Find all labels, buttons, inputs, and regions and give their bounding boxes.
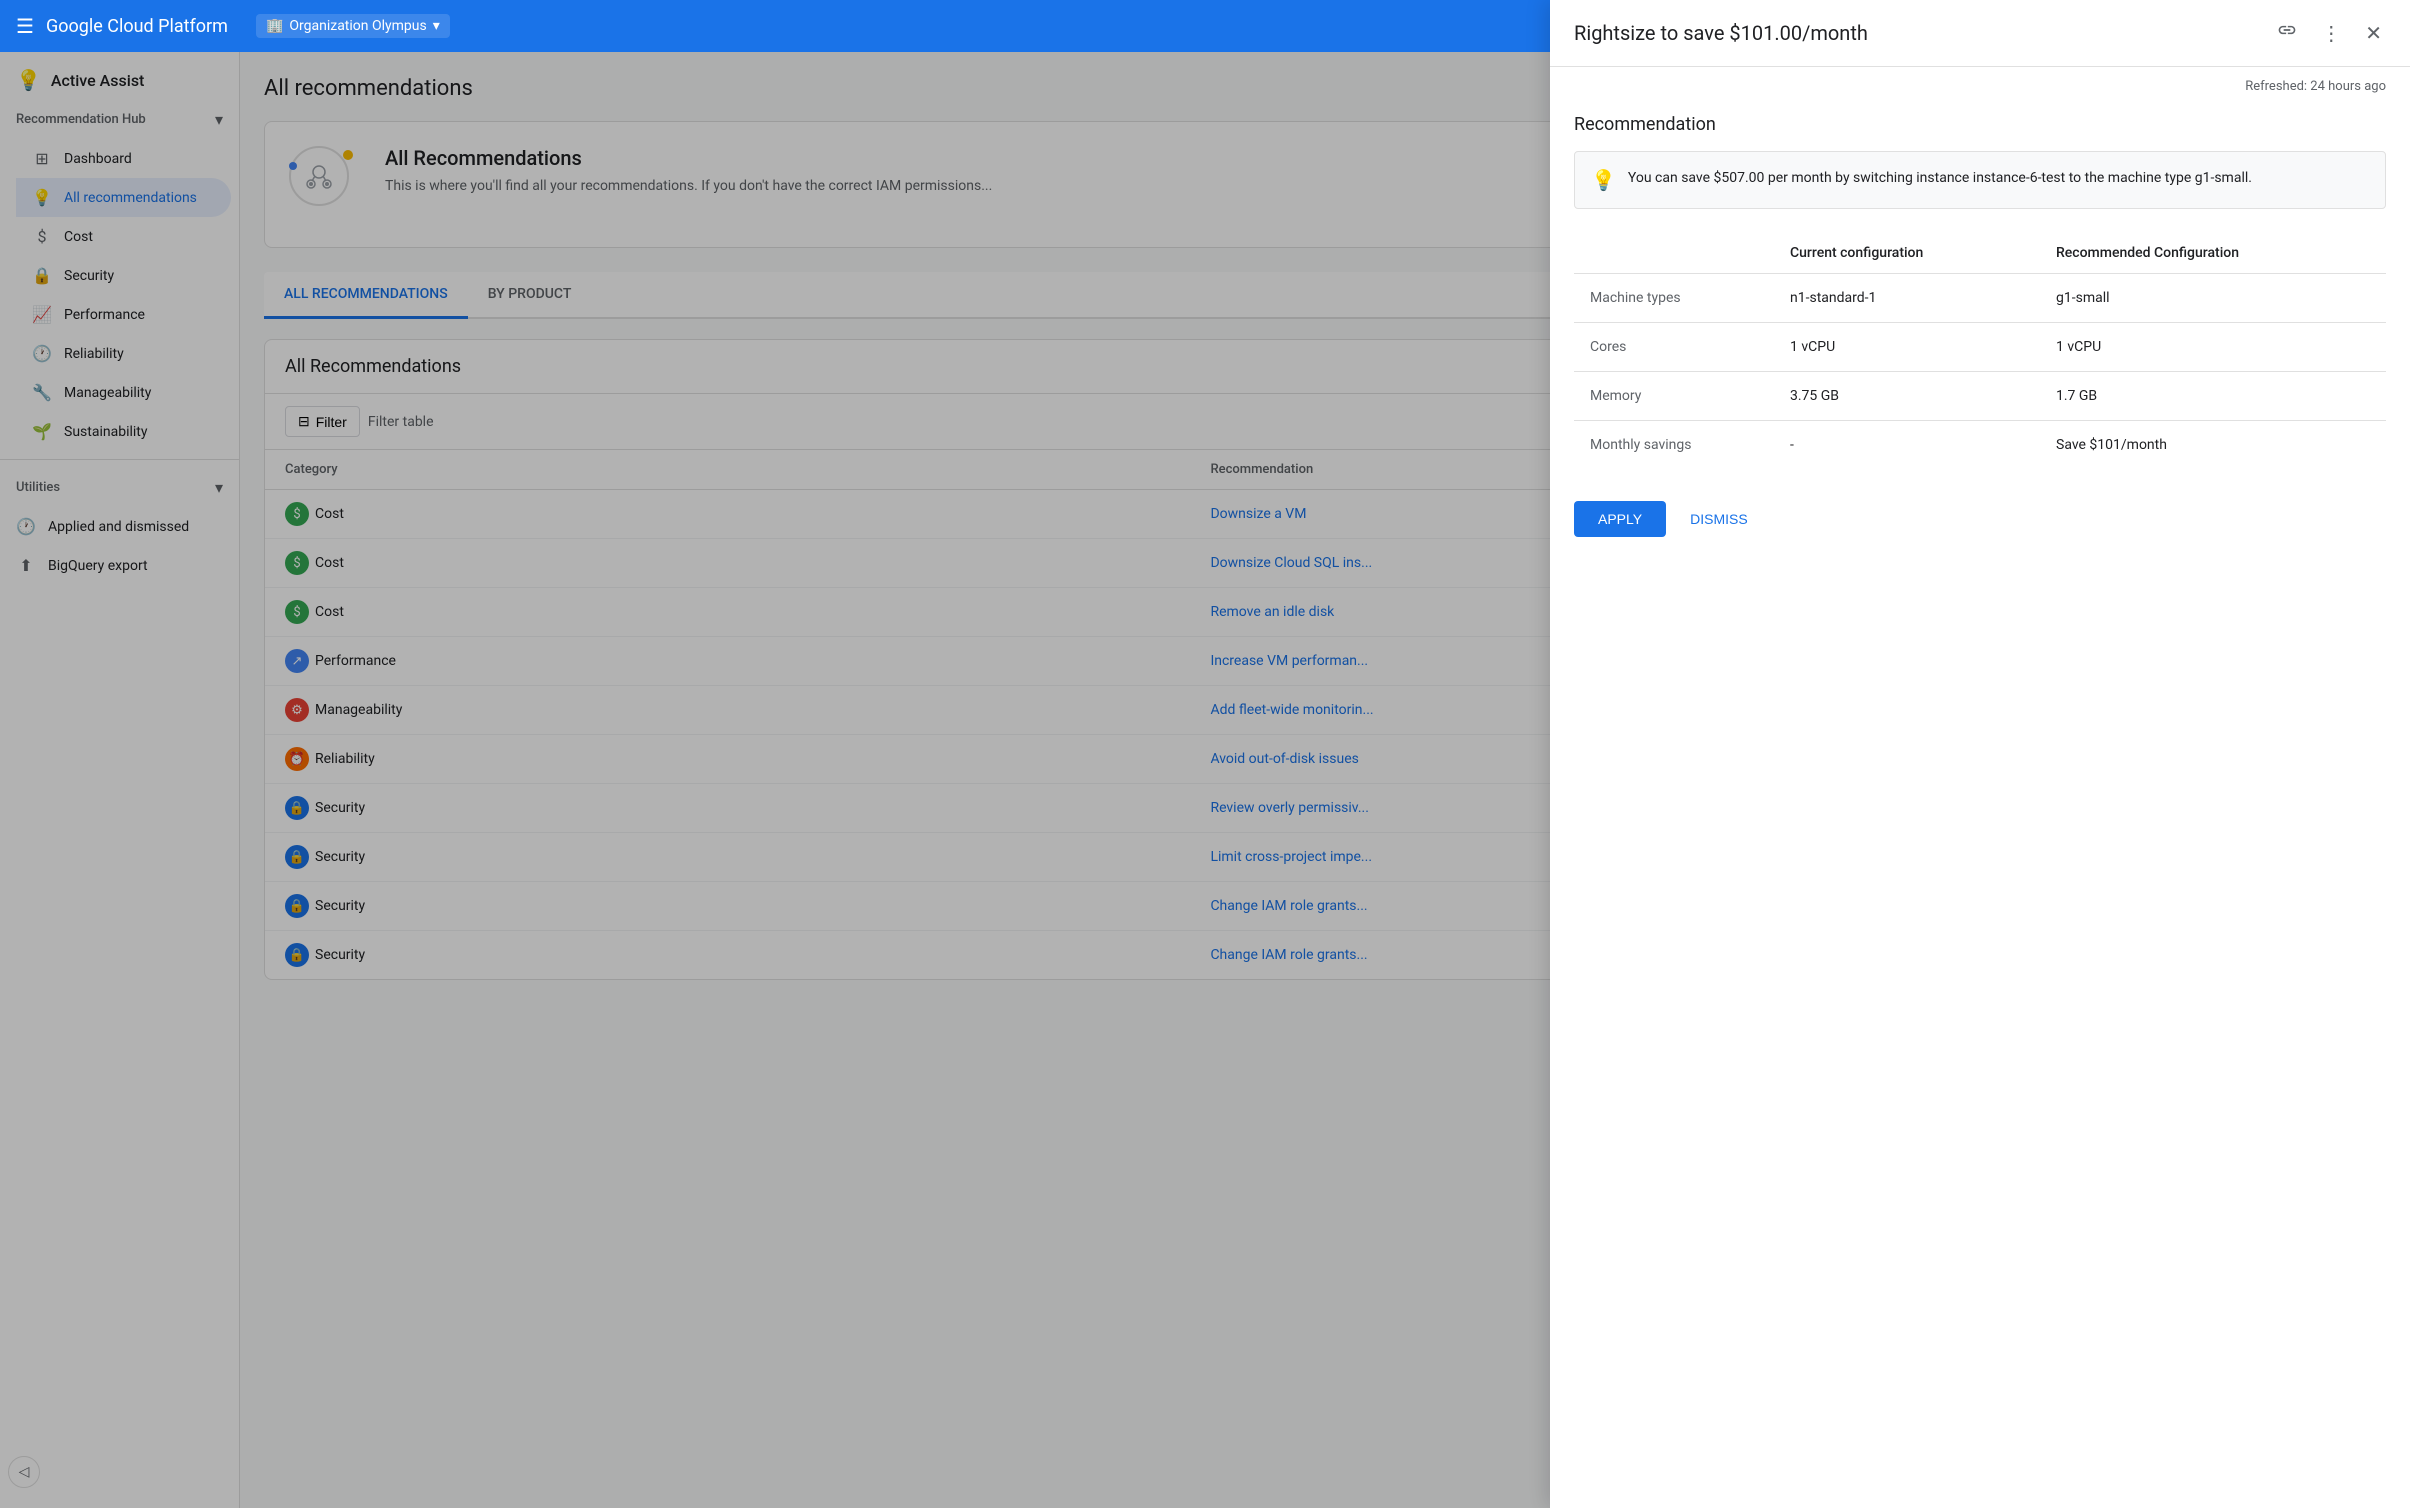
config-col-header-label: [1574, 233, 1774, 274]
config-table: Current configuration Recommended Config…: [1574, 233, 2386, 469]
panel-body: Recommendation 💡 You can save $507.00 pe…: [1550, 106, 2410, 1508]
config-cell-label: Machine types: [1574, 274, 1774, 323]
config-cell-current: 3.75 GB: [1774, 372, 2040, 421]
right-panel: Rightsize to save $101.00/month ⋮ ✕ Refr…: [1550, 52, 2410, 1508]
config-cell-current: n1-standard-1: [1774, 274, 2040, 323]
config-cell-current: 1 vCPU: [1774, 323, 2040, 372]
app-title: Google Cloud Platform: [46, 16, 228, 37]
config-table-row: Cores1 vCPU1 vCPU: [1574, 323, 2386, 372]
panel-header: Rightsize to save $101.00/month ⋮ ✕: [1550, 52, 2410, 67]
config-col-header-current: Current configuration: [1774, 233, 2040, 274]
config-cell-recommended: 1 vCPU: [2040, 323, 2386, 372]
chevron-down-icon: ▾: [433, 18, 440, 34]
bulb-icon: 💡: [1591, 168, 1616, 192]
config-cell-label: Monthly savings: [1574, 421, 1774, 470]
info-banner: 💡 You can save $507.00 per month by swit…: [1574, 151, 2386, 209]
refreshed-label: Refreshed: 24 hours ago: [1550, 67, 2410, 106]
config-cell-current: -: [1774, 421, 2040, 470]
config-cell-label: Cores: [1574, 323, 1774, 372]
config-col-header-recommended: Recommended Configuration: [2040, 233, 2386, 274]
config-table-row: Monthly savings-Save $101/month: [1574, 421, 2386, 470]
info-banner-text: You can save $507.00 per month by switch…: [1628, 168, 2252, 189]
config-table-row: Memory3.75 GB1.7 GB: [1574, 372, 2386, 421]
org-name: Organization Olympus: [289, 18, 426, 34]
config-cell-recommended: 1.7 GB: [2040, 372, 2386, 421]
config-table-row: Machine typesn1-standard-1g1-small: [1574, 274, 2386, 323]
panel-section-title: Recommendation: [1574, 106, 2386, 135]
dismiss-button[interactable]: DISMISS: [1682, 501, 1756, 537]
config-cell-recommended: Save $101/month: [2040, 421, 2386, 470]
apply-button[interactable]: APPLY: [1574, 501, 1666, 537]
action-buttons: APPLY DISMISS: [1574, 501, 2386, 537]
menu-icon[interactable]: ☰: [16, 14, 34, 38]
config-cell-label: Memory: [1574, 372, 1774, 421]
org-selector[interactable]: 🏢 Organization Olympus ▾: [256, 14, 450, 38]
org-icon: 🏢: [266, 18, 283, 34]
config-cell-recommended: g1-small: [2040, 274, 2386, 323]
